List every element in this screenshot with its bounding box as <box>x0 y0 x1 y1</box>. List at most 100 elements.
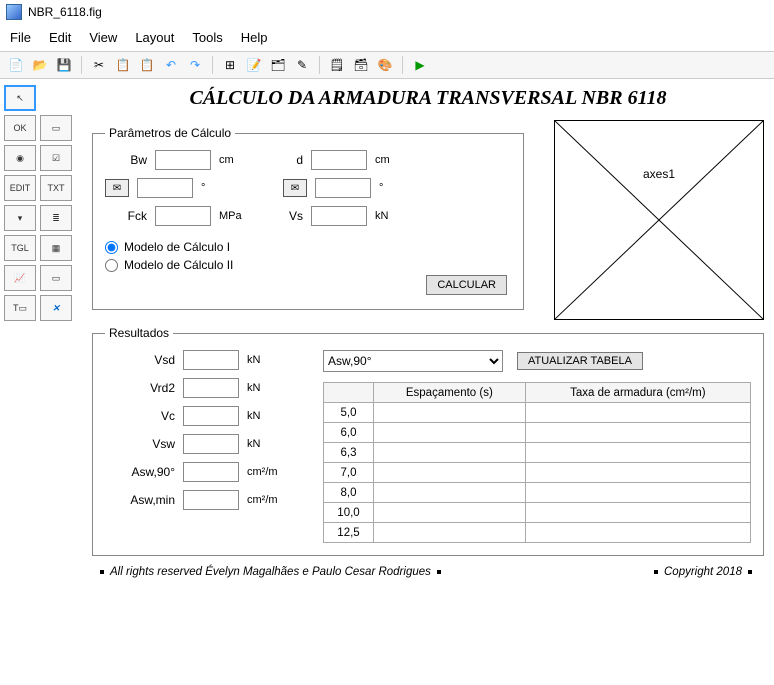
aswmin-label: Asw,min <box>105 493 175 507</box>
vsd-output <box>183 350 239 370</box>
edit-tool-icon[interactable]: EDIT <box>4 175 36 201</box>
vc-output <box>183 406 239 426</box>
parametros-legend: Parâmetros de Cálculo <box>105 126 235 140</box>
d-input[interactable] <box>311 150 367 170</box>
fck-unit: MPa <box>219 210 253 222</box>
save-icon[interactable]: 💾 <box>54 55 74 75</box>
angle1-input[interactable] <box>137 178 193 198</box>
window-title: NBR_6118.fig <box>28 5 102 19</box>
checkbox-tool-icon[interactable]: ☑ <box>40 145 72 171</box>
d-unit: cm <box>375 154 409 166</box>
paste-icon[interactable]: 📋 <box>137 55 157 75</box>
toggle-tool-icon[interactable]: TGL <box>4 235 36 261</box>
vc-label: Vc <box>105 409 175 423</box>
tab-order-icon[interactable]: 🗂 <box>268 55 288 75</box>
menu-view[interactable]: View <box>89 30 117 45</box>
vs-label: Vs <box>283 209 303 223</box>
pushbutton-tool-icon[interactable]: OK <box>4 115 36 141</box>
bw-unit: cm <box>219 154 253 166</box>
table-row[interactable]: 12,5 <box>324 523 751 543</box>
modelo2-radio[interactable]: Modelo de Cálculo II <box>105 258 511 272</box>
table-row[interactable]: 6,0 <box>324 423 751 443</box>
footer: All rights reserved Évelyn Magalhães e P… <box>100 566 752 578</box>
vs-unit: kN <box>375 210 409 222</box>
property-icon[interactable]: 🗒 <box>327 55 347 75</box>
modelo-radio-group: Modelo de Cálculo I Modelo de Cálculo II <box>105 240 511 272</box>
menu-edit[interactable]: Edit <box>49 30 71 45</box>
results-table[interactable]: Espaçamento (s) Taxa de armadura (cm²/m)… <box>323 382 751 543</box>
select-tool-icon[interactable]: ↖ <box>4 85 36 111</box>
vrd2-output <box>183 378 239 398</box>
redo-icon[interactable]: ↷ <box>185 55 205 75</box>
app-icon <box>6 4 22 20</box>
bw-label: Bw <box>105 153 147 167</box>
menubar: File Edit View Layout Tools Help <box>0 24 774 51</box>
axes-label: axes1 <box>643 167 675 181</box>
table-row[interactable]: 6,3 <box>324 443 751 463</box>
menu-tools[interactable]: Tools <box>192 30 222 45</box>
vsw-label: Vsw <box>105 437 175 451</box>
component-palette: ↖ OK ▭ ◉ ☑ EDIT TXT ▾ ≣ TGL ▦ 📈 ▭ T▭ ✕ <box>0 79 78 327</box>
footer-left: All rights reserved Évelyn Magalhães e P… <box>110 566 431 578</box>
page-title: CÁLCULO DA ARMADURA TRANSVERSAL NBR 6118 <box>92 87 764 110</box>
radio-tool-icon[interactable]: ◉ <box>4 145 36 171</box>
resultados-legend: Resultados <box>105 326 173 340</box>
angle2-icon: ✉ <box>283 179 307 197</box>
popup-tool-icon[interactable]: ▾ <box>4 205 36 231</box>
d-label: d <box>283 153 303 167</box>
axes-tool-icon[interactable]: 📈 <box>4 265 36 291</box>
table-row[interactable]: 7,0 <box>324 463 751 483</box>
angle1-unit: ° <box>201 182 235 194</box>
asw90-output <box>183 462 239 482</box>
vsd-label: Vsd <box>105 353 175 367</box>
table-header-taxa: Taxa de armadura (cm²/m) <box>525 383 750 403</box>
angle2-input[interactable] <box>315 178 371 198</box>
color-icon[interactable]: 🎨 <box>375 55 395 75</box>
object-browser-icon[interactable]: 🗃 <box>351 55 371 75</box>
table-header-espacamento: Espaçamento (s) <box>374 383 526 403</box>
table-tool-icon[interactable]: ▦ <box>40 235 72 261</box>
menu-layout[interactable]: Layout <box>135 30 174 45</box>
titlebar: NBR_6118.fig <box>0 0 774 24</box>
vsw-output <box>183 434 239 454</box>
fck-label: Fck <box>105 209 147 223</box>
calcular-button[interactable]: CALCULAR <box>426 275 507 295</box>
asw90-label: Asw,90° <box>105 465 175 479</box>
editor-icon[interactable]: 📝 <box>244 55 264 75</box>
align-icon[interactable]: ⊞ <box>220 55 240 75</box>
footer-right: Copyright 2018 <box>664 566 742 578</box>
toolbar: 📄 📂 💾 ✂ 📋 📋 ↶ ↷ ⊞ 📝 🗂 ✎ 🗒 🗃 🎨 ▶ <box>0 51 774 79</box>
slider-tool-icon[interactable]: ▭ <box>40 115 72 141</box>
resultados-panel: Resultados VsdkN Vrd2kN VckN VswkN Asw,9… <box>92 326 764 556</box>
text-tool-icon[interactable]: TXT <box>40 175 72 201</box>
table-row[interactable]: 8,0 <box>324 483 751 503</box>
cut-icon[interactable]: ✂ <box>89 55 109 75</box>
vs-input[interactable] <box>311 206 367 226</box>
asw-select[interactable]: Asw,90° <box>323 350 503 372</box>
modelo1-radio[interactable]: Modelo de Cálculo I <box>105 240 511 254</box>
new-icon[interactable]: 📄 <box>6 55 26 75</box>
table-row[interactable]: 10,0 <box>324 503 751 523</box>
vrd2-label: Vrd2 <box>105 381 175 395</box>
open-icon[interactable]: 📂 <box>30 55 50 75</box>
axes-placeholder[interactable]: axes1 <box>554 120 764 320</box>
listbox-tool-icon[interactable]: ≣ <box>40 205 72 231</box>
parametros-panel: Parâmetros de Cálculo Bw cm ✉ ° <box>92 126 524 310</box>
angle1-icon: ✉ <box>105 179 129 197</box>
buttongroup-tool-icon[interactable]: T▭ <box>4 295 36 321</box>
mfile-icon[interactable]: ✎ <box>292 55 312 75</box>
atualizar-tabela-button[interactable]: ATUALIZAR TABELA <box>517 352 643 370</box>
menu-file[interactable]: File <box>10 30 31 45</box>
menu-help[interactable]: Help <box>241 30 268 45</box>
copy-icon[interactable]: 📋 <box>113 55 133 75</box>
activex-tool-icon[interactable]: ✕ <box>40 295 72 321</box>
figure-canvas: CÁLCULO DA ARMADURA TRANSVERSAL NBR 6118… <box>78 79 774 582</box>
angle2-unit: ° <box>379 182 413 194</box>
panel-tool-icon[interactable]: ▭ <box>40 265 72 291</box>
bw-input[interactable] <box>155 150 211 170</box>
table-row[interactable]: 5,0 <box>324 403 751 423</box>
run-icon[interactable]: ▶ <box>410 55 430 75</box>
fck-input[interactable] <box>155 206 211 226</box>
table-header-blank <box>324 383 374 403</box>
undo-icon[interactable]: ↶ <box>161 55 181 75</box>
